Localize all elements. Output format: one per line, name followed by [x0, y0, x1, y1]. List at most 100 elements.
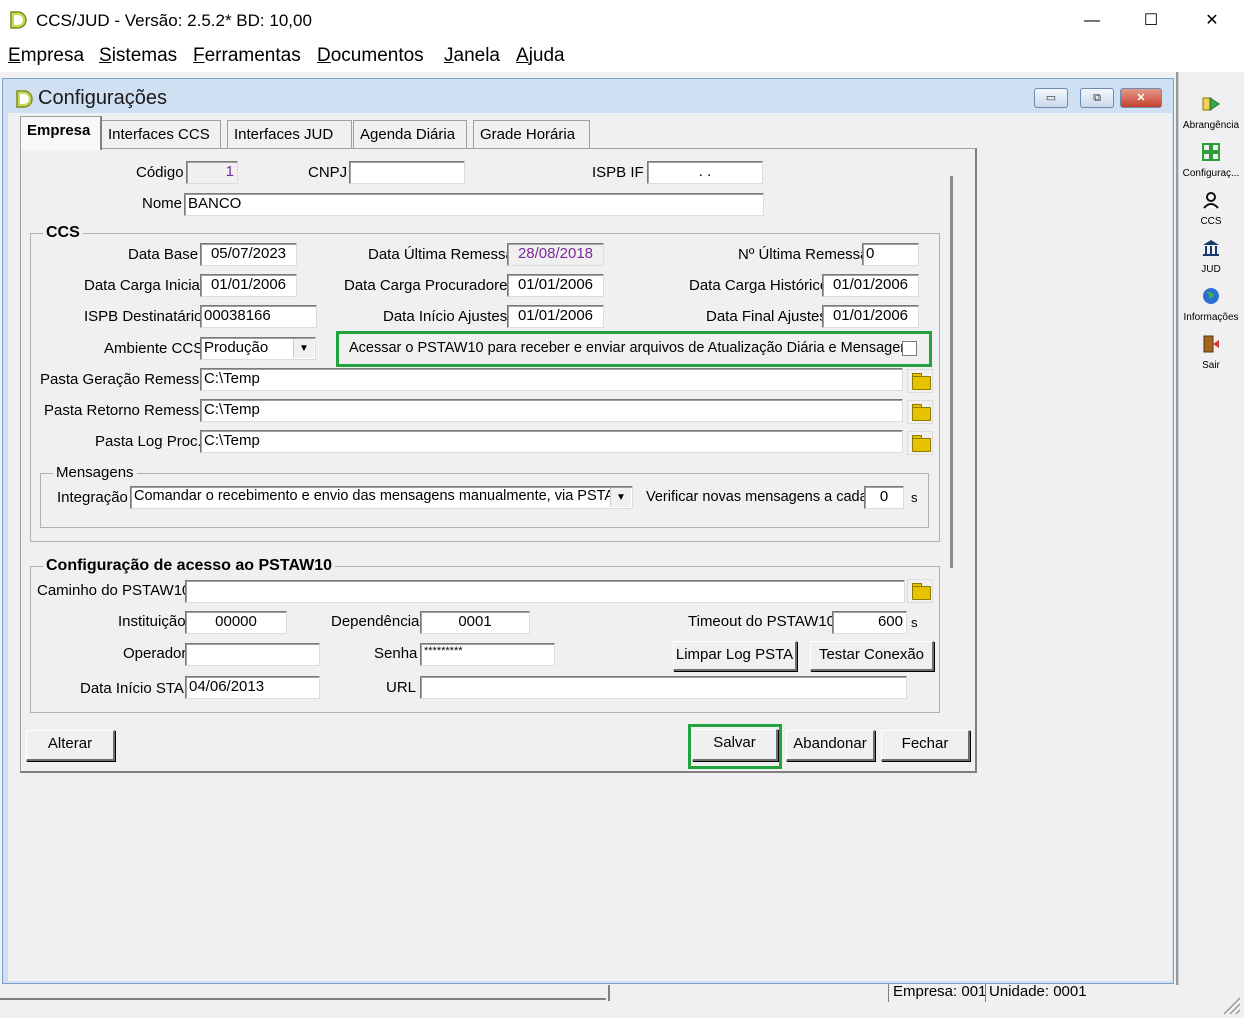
- url-field[interactable]: [420, 676, 907, 699]
- pstaw10-checkbox[interactable]: [902, 341, 917, 356]
- data-inicio-sta-field[interactable]: 04/06/2013: [185, 676, 320, 699]
- limpar-log-psta-button[interactable]: Limpar Log PSTA: [673, 641, 797, 671]
- timeout-unit: s: [911, 615, 918, 630]
- menu-empresa[interactable]: Empresa: [8, 45, 84, 67]
- child-minimize-button[interactable]: ▭: [1034, 88, 1068, 108]
- pasta-geracao-field[interactable]: C:\Temp: [200, 368, 903, 391]
- integracao-select[interactable]: Comandar o recebimento e envio das mensa…: [130, 486, 633, 509]
- pasta-geracao-browse-button[interactable]: [907, 369, 933, 393]
- window-title: CCS/JUD - Versão: 2.5.2* BD: 10,00: [36, 11, 312, 30]
- n-ultima-remessa-label: Nº Última Remessa: [738, 246, 869, 263]
- exit-icon: [1203, 335, 1219, 353]
- menu-janela[interactable]: Janela: [444, 45, 500, 67]
- caminho-pstaw10-field[interactable]: [185, 580, 905, 603]
- sidebar-item-informacoes[interactable]: Informações: [1180, 286, 1242, 323]
- timeout-label: Timeout do PSTAW10: [688, 613, 835, 630]
- resize-grip-icon[interactable]: [1218, 994, 1242, 1016]
- tab-empresa[interactable]: Empresa: [20, 116, 102, 150]
- sidebar-item-jud[interactable]: JUD: [1180, 238, 1242, 275]
- verificar-unit: s: [911, 490, 918, 505]
- data-inicio-ajustes-field[interactable]: 01/01/2006: [507, 305, 604, 328]
- operador-label: Operador: [123, 645, 187, 662]
- menu-ferramentas[interactable]: Ferramentas: [193, 45, 301, 67]
- maximize-button[interactable]: ☐: [1127, 6, 1175, 36]
- sidebar-label: Informações: [1183, 312, 1239, 323]
- timeout-field[interactable]: 600: [832, 611, 907, 634]
- verificar-field[interactable]: 0: [864, 486, 904, 509]
- data-final-ajustes-field[interactable]: 01/01/2006: [822, 305, 919, 328]
- pstaw10-checkbox-label[interactable]: Acessar o PSTAW10 para receber e enviar …: [349, 340, 916, 356]
- close-button[interactable]: ✕: [1188, 6, 1236, 36]
- pasta-log-browse-button[interactable]: [907, 431, 933, 455]
- data-carga-historico-field[interactable]: 01/01/2006: [822, 274, 919, 297]
- app-logo-icon: [10, 11, 27, 29]
- bank-icon: [1203, 240, 1219, 256]
- data-carga-procuradores-label: Data Carga Procuradores: [344, 277, 515, 294]
- vertical-scrollbar[interactable]: [950, 176, 953, 568]
- data-base-field[interactable]: 05/07/2023: [200, 243, 297, 266]
- status-unidade: Unidade: 0001: [989, 983, 1087, 1000]
- menu-documentos[interactable]: Documentos: [317, 45, 424, 67]
- senha-field[interactable]: *********: [420, 643, 555, 666]
- dependencia-label: Dependência: [331, 613, 420, 630]
- globe-icon: [1203, 288, 1219, 304]
- sidebar-item-sair[interactable]: Sair: [1180, 334, 1242, 371]
- sidebar-item-ccs[interactable]: CCS: [1180, 190, 1242, 227]
- caminho-pstaw10-label: Caminho do PSTAW10: [37, 582, 191, 599]
- chevron-down-icon[interactable]: ▼: [610, 488, 631, 507]
- data-carga-historico-label: Data Carga Histórico: [689, 277, 829, 294]
- user-icon: [1203, 192, 1219, 209]
- menu-sistemas[interactable]: Sistemas: [99, 45, 177, 67]
- sidebar-item-configuracoes[interactable]: Configuraç...: [1180, 142, 1242, 179]
- ambiente-ccs-select[interactable]: Produção ▼: [200, 337, 316, 360]
- integracao-label: Integração: [57, 489, 128, 506]
- verificar-label: Verificar novas mensagens a cada: [646, 489, 868, 505]
- nome-label: Nome: [142, 195, 183, 212]
- caminho-browse-button[interactable]: [907, 579, 933, 603]
- instituicao-field[interactable]: 00000: [185, 611, 287, 634]
- pasta-retorno-browse-button[interactable]: [907, 400, 933, 424]
- cnpj-field[interactable]: [349, 161, 465, 184]
- tab-grade-horaria[interactable]: Grade Horária: [473, 120, 590, 148]
- data-ultima-remessa-field[interactable]: 28/08/2018: [507, 243, 604, 266]
- abandonar-button[interactable]: Abandonar: [786, 730, 875, 761]
- ispb-destinatario-field[interactable]: 00038166: [200, 305, 317, 328]
- testar-conexao-button[interactable]: Testar Conexão: [810, 641, 934, 671]
- sidebar-label: Configuraç...: [1182, 168, 1240, 179]
- data-carga-procuradores-field[interactable]: 01/01/2006: [507, 274, 604, 297]
- pasta-retorno-label: Pasta Retorno Remessa: [44, 402, 208, 419]
- data-base-label: Data Base: [128, 246, 199, 263]
- pstaw10-group-title: Configuração de acesso ao PSTAW10: [43, 557, 336, 575]
- pasta-retorno-field[interactable]: C:\Temp: [200, 399, 903, 422]
- sidebar-label: Sair: [1202, 360, 1220, 371]
- child-close-button[interactable]: ✕: [1120, 88, 1162, 108]
- status-divider: [608, 985, 610, 1001]
- tab-interfaces-ccs[interactable]: Interfaces CCS: [101, 120, 221, 148]
- pasta-log-field[interactable]: C:\Temp: [200, 430, 903, 453]
- data-carga-inicial-field[interactable]: 01/01/2006: [200, 274, 297, 297]
- menu-ajuda[interactable]: Ajuda: [516, 45, 565, 67]
- ispb-if-field[interactable]: . .: [647, 161, 763, 184]
- url-label: URL: [386, 679, 417, 696]
- ambiente-ccs-value: Produção: [204, 339, 269, 356]
- salvar-button[interactable]: Salvar: [692, 729, 778, 761]
- dependencia-field[interactable]: 0001: [420, 611, 530, 634]
- nome-field[interactable]: BANCO: [184, 193, 764, 216]
- config-window-icon: [16, 90, 33, 108]
- minimize-button[interactable]: —: [1068, 6, 1116, 36]
- tab-interfaces-jud[interactable]: Interfaces JUD: [227, 120, 352, 148]
- config-window-title: Configurações: [38, 87, 167, 109]
- status-empresa: Empresa: 001: [893, 983, 987, 1000]
- fechar-button[interactable]: Fechar: [881, 730, 970, 761]
- play-icon: [1202, 97, 1220, 111]
- sidebar-item-abrangencia[interactable]: Abrangência: [1180, 94, 1242, 131]
- ispb-if-label: ISPB IF: [592, 164, 644, 181]
- operador-field[interactable]: [185, 643, 320, 666]
- child-restore-button[interactable]: ⧉: [1080, 88, 1114, 108]
- tab-agenda-diaria[interactable]: Agenda Diária: [353, 120, 467, 148]
- n-ultima-remessa-field[interactable]: 0: [862, 243, 919, 266]
- codigo-field[interactable]: 1: [186, 161, 238, 184]
- alterar-button[interactable]: Alterar: [26, 730, 115, 761]
- data-inicio-sta-label: Data Início STA: [80, 680, 184, 697]
- chevron-down-icon[interactable]: ▼: [293, 339, 314, 358]
